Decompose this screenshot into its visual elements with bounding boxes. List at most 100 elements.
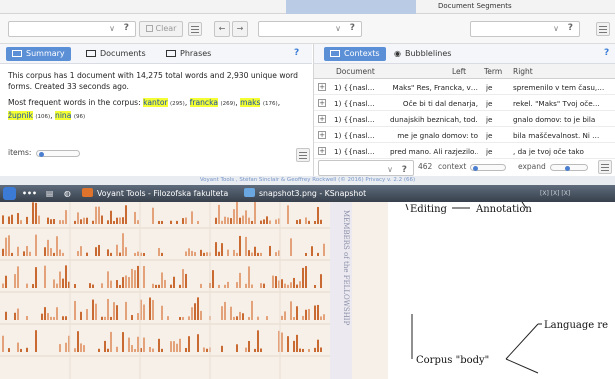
help-icon[interactable]: ? xyxy=(402,165,407,175)
heatmap-bar xyxy=(314,284,316,288)
heatmap-bar xyxy=(170,220,172,224)
heatmap-bar xyxy=(245,236,247,256)
heatmap-bar xyxy=(260,283,262,288)
column-header-left[interactable]: Left xyxy=(452,67,466,76)
document-combo[interactable]: ∨ ? xyxy=(258,21,362,37)
frequent-word-link[interactable]: nina xyxy=(55,111,72,120)
heatmap-bar xyxy=(47,313,49,320)
column-header-right[interactable]: Right xyxy=(513,67,533,76)
segments-combo[interactable]: ∨ ? xyxy=(470,21,580,37)
menu-icon[interactable] xyxy=(596,22,610,36)
heatmap-bar xyxy=(29,251,31,256)
table-row[interactable]: + 1) {{nasl… Maks" Res, Francka, v… je s… xyxy=(314,80,615,95)
globe-icon[interactable]: ◍ xyxy=(64,187,71,200)
frequent-word-link[interactable]: francka xyxy=(189,98,219,107)
heatmap-bar xyxy=(269,220,271,224)
heatmap-bar xyxy=(59,249,61,256)
slider-knob[interactable] xyxy=(565,166,570,171)
heatmap-bar xyxy=(44,265,46,288)
ksnapshot-icon xyxy=(244,188,255,197)
heatmap-bar xyxy=(11,214,13,224)
frequent-word-link[interactable]: maks xyxy=(240,98,261,107)
heatmap-bar xyxy=(35,267,37,288)
expand-slider[interactable] xyxy=(550,164,588,171)
back-arrow-button[interactable]: ← xyxy=(214,21,230,37)
heatmap-bar xyxy=(5,311,7,320)
expand-plus-icon[interactable]: + xyxy=(318,115,326,123)
heatmap-bar xyxy=(107,348,109,352)
heatmap-bar xyxy=(128,337,130,352)
expand-plus-icon[interactable]: + xyxy=(318,99,326,107)
heatmap-bar xyxy=(149,297,151,320)
clear-button[interactable]: Clear xyxy=(139,21,183,37)
tab-documents[interactable]: Documents xyxy=(80,47,152,61)
heatmap-bar xyxy=(302,315,304,320)
heatmap-bar xyxy=(116,280,118,288)
help-icon[interactable]: ? xyxy=(604,48,609,58)
heatmap-bar xyxy=(233,209,235,224)
context-slider[interactable] xyxy=(470,164,506,171)
heatmap-bar xyxy=(2,283,4,288)
taskbar-item-voyant[interactable]: Voyant Tools - Filozofska fakulteta xyxy=(82,187,228,200)
tab-phrases[interactable]: Phrases xyxy=(160,47,217,61)
slider-knob[interactable] xyxy=(39,152,44,157)
forward-arrow-button[interactable]: → xyxy=(232,21,248,37)
heatmap-bar xyxy=(296,334,298,352)
heatmap-bar xyxy=(239,235,241,256)
menu-icon[interactable] xyxy=(188,22,202,36)
heatmap-bar xyxy=(251,252,253,256)
heatmap-bar xyxy=(260,252,262,256)
tab-summary[interactable]: Summary xyxy=(6,47,71,61)
heatmap-bar xyxy=(161,348,163,352)
expand-plus-icon[interactable]: + xyxy=(318,147,326,155)
frequent-word-link[interactable]: župnik xyxy=(8,111,33,120)
heatmap-bar xyxy=(308,308,310,320)
chevron-down-icon[interactable]: ∨ xyxy=(335,24,341,33)
items-slider[interactable] xyxy=(36,150,80,157)
table-row[interactable]: + 1) {{nasl… pred mano. Ali razjezilo… j… xyxy=(314,144,615,159)
term-search-combo[interactable]: ∨ ? xyxy=(318,160,414,176)
tab-bubblelines[interactable]: ◉ Bubblelines xyxy=(388,47,457,61)
app-launcher-icon[interactable] xyxy=(3,187,16,200)
expand-plus-icon[interactable]: + xyxy=(318,83,326,91)
heatmap-bar xyxy=(230,306,232,320)
heatmap-bar xyxy=(161,272,163,288)
help-icon[interactable]: ? xyxy=(350,23,355,33)
menu-icon[interactable] xyxy=(598,160,612,174)
voyant-credit-footer[interactable]: Voyant Tools , Stéfan Sinclair & Geoffre… xyxy=(0,176,615,185)
context-label: context xyxy=(438,162,467,171)
heatmap-bar xyxy=(17,342,19,352)
slider-knob[interactable] xyxy=(473,166,478,171)
taskbar: ••• ▤ ◍ Voyant Tools - Filozofska fakult… xyxy=(0,185,615,202)
chevron-down-icon[interactable]: ∨ xyxy=(109,24,115,33)
column-header-term[interactable]: Term xyxy=(484,67,502,76)
heatmap-bar xyxy=(50,316,52,320)
search-combo-left[interactable]: ∨ ? xyxy=(8,21,136,37)
heatmap-bar xyxy=(302,348,304,352)
chevron-down-icon[interactable]: ∨ xyxy=(553,24,559,33)
table-row[interactable]: + 1) {{nasl… me je gnalo domov: to je bi… xyxy=(314,128,615,143)
taskbar-item-ksnapshot[interactable]: snapshot3.png - KSnapshot xyxy=(244,187,366,200)
column-header-document[interactable]: Document xyxy=(336,67,375,76)
help-icon[interactable]: ? xyxy=(294,48,299,58)
heatmap-bar xyxy=(257,316,259,320)
chevron-down-icon[interactable]: ∨ xyxy=(387,165,393,174)
folder-icon[interactable]: ▤ xyxy=(46,187,53,200)
expand-plus-icon[interactable]: + xyxy=(318,131,326,139)
menu-icon[interactable] xyxy=(296,148,310,162)
frequent-word-link[interactable]: kantor xyxy=(143,98,168,107)
table-row[interactable]: + 1) {{nasl… dunajskih beznicah, tod… je… xyxy=(314,112,615,127)
firefox-icon xyxy=(82,188,93,197)
heatmap-bar xyxy=(239,311,241,320)
heatmap-bar xyxy=(65,342,67,352)
heatmap-bar xyxy=(194,252,196,256)
heatmap-bar xyxy=(161,252,163,256)
tab-contexts[interactable]: Contexts xyxy=(324,47,386,61)
heatmap-bar xyxy=(170,284,172,288)
heatmap-bar xyxy=(290,282,292,288)
help-icon[interactable]: ? xyxy=(124,23,129,33)
table-row[interactable]: + 1) {{nasl… Oče bi ti dal denarja, je r… xyxy=(314,96,615,111)
heatmap-bar xyxy=(14,312,16,320)
help-icon[interactable]: ? xyxy=(568,23,573,33)
heatmap-bar xyxy=(17,266,19,288)
